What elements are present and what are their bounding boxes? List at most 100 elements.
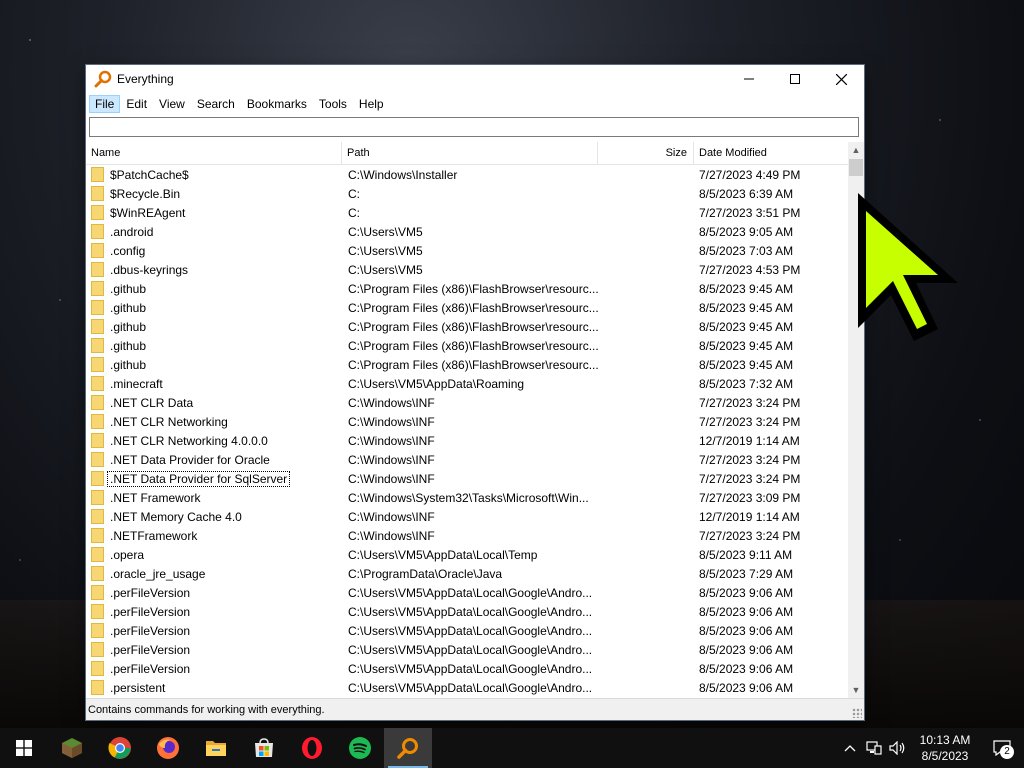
folder-icon	[91, 376, 104, 391]
name-cell: .github	[86, 357, 342, 372]
file-name: .NET Framework	[110, 490, 201, 505]
minimize-button[interactable]	[726, 65, 772, 93]
date-modified-cell: 8/5/2023 9:45 AM	[699, 300, 794, 315]
name-cell: .perFileVersion	[86, 642, 342, 657]
table-row[interactable]: .perFileVersion C:\Users\VM5\AppData\Loca…	[86, 640, 848, 659]
table-row[interactable]: .perFileVersion C:\Users\VM5\AppData\Loca…	[86, 621, 848, 640]
table-row[interactable]: .minecraft C:\Users\VM5\AppData\Roaming 8/…	[86, 374, 848, 393]
menu-view[interactable]: View	[153, 95, 191, 113]
menu-edit[interactable]: Edit	[120, 95, 153, 113]
column-header-path[interactable]: Path	[342, 142, 598, 164]
path-cell: C:\Program Files (x86)\FlashBrowser\reso…	[348, 300, 598, 315]
table-row[interactable]: .android C:\Users\VM5 8/5/2023 9:05 AM	[86, 222, 848, 241]
folder-icon	[91, 642, 104, 657]
table-row[interactable]: .NET Memory Cache 4.0 C:\Windows\INF 12/7/…	[86, 507, 848, 526]
name-cell: .NET CLR Data	[86, 395, 342, 410]
path-cell: C:\Program Files (x86)\FlashBrowser\reso…	[348, 338, 598, 353]
file-name: .github	[110, 319, 147, 334]
table-row[interactable]: $Recycle.Bin C: 8/5/2023 6:39 AM	[86, 184, 848, 203]
table-row[interactable]: .NET Data Provider for SqlServer C:\Windo…	[86, 469, 848, 488]
action-center-button[interactable]: 2	[980, 728, 1024, 768]
date-modified-cell: 8/5/2023 9:06 AM	[699, 680, 794, 695]
close-button[interactable]	[818, 65, 864, 93]
table-row[interactable]: .NET Data Provider for Oracle C:\Windows\…	[86, 450, 848, 469]
column-header-date-modified[interactable]: Date Modified	[694, 142, 846, 164]
path-cell: C:\Windows\INF	[348, 433, 435, 448]
menu-bar: File Edit View Search Bookmarks Tools Help	[86, 93, 864, 115]
window-title: Everything	[117, 72, 174, 86]
table-row[interactable]: .NETFramework C:\Windows\INF 7/27/2023 3:2…	[86, 526, 848, 545]
menu-help[interactable]: Help	[353, 95, 390, 113]
scroll-up-arrow-icon[interactable]: ▲	[848, 142, 864, 158]
cursor-pointer-icon	[858, 193, 958, 341]
start-button[interactable]	[0, 728, 48, 768]
file-name: $Recycle.Bin	[110, 186, 181, 201]
table-row[interactable]: .github C:\Program Files (x86)\FlashBrows…	[86, 355, 848, 374]
table-row[interactable]: .opera C:\Users\VM5\AppData\Local\Temp 8/5…	[86, 545, 848, 564]
taskbar-chrome[interactable]	[96, 728, 144, 768]
table-row[interactable]: .github C:\Program Files (x86)\FlashBrows…	[86, 336, 848, 355]
search-input[interactable]	[89, 117, 859, 137]
table-row[interactable]: $WinREAgent C: 7/27/2023 3:51 PM	[86, 203, 848, 222]
name-cell: .NETFramework	[86, 528, 342, 543]
file-name: .perFileVersion	[110, 642, 191, 657]
table-row[interactable]: .persistent C:\Users\VM5\AppData\Local\Go…	[86, 678, 848, 697]
table-row[interactable]: .github C:\Program Files (x86)\FlashBrows…	[86, 298, 848, 317]
scroll-down-arrow-icon[interactable]: ▼	[848, 682, 864, 698]
name-cell: .github	[86, 338, 342, 353]
column-header-name[interactable]: Name	[86, 142, 342, 164]
folder-icon	[91, 224, 104, 239]
volume-icon[interactable]	[886, 728, 910, 768]
table-row[interactable]: .NET CLR Networking C:\Windows\INF 7/27/20…	[86, 412, 848, 431]
taskbar-microsoft-store[interactable]	[240, 728, 288, 768]
file-name: .config	[110, 243, 146, 258]
show-hidden-icons-chevron-up-icon[interactable]	[838, 728, 862, 768]
path-cell: C:\Windows\INF	[348, 452, 435, 467]
file-name: .perFileVersion	[110, 623, 191, 638]
folder-icon	[91, 167, 104, 182]
column-header-size[interactable]: Size	[598, 142, 694, 164]
table-row[interactable]: .perFileVersion C:\Users\VM5\AppData\Loca…	[86, 602, 848, 621]
taskbar-everything[interactable]	[384, 728, 432, 768]
taskbar-spotify[interactable]	[336, 728, 384, 768]
table-row[interactable]: .oracle_jre_usage C:\ProgramData\Oracle\J…	[86, 564, 848, 583]
menu-bookmarks[interactable]: Bookmarks	[241, 95, 313, 113]
scrollbar-thumb[interactable]	[849, 159, 863, 176]
taskbar-firefox[interactable]	[144, 728, 192, 768]
table-row[interactable]: .perFileVersion C:\Users\VM5\AppData\Loca…	[86, 583, 848, 602]
taskbar-opera[interactable]	[288, 728, 336, 768]
date-modified-cell: 7/27/2023 4:53 PM	[699, 262, 801, 277]
date-modified-cell: 7/27/2023 3:24 PM	[699, 395, 801, 410]
table-row[interactable]: .dbus-keyrings C:\Users\VM5 7/27/2023 4:53…	[86, 260, 848, 279]
table-row[interactable]: .perFileVersion C:\Users\VM5\AppData\Loca…	[86, 659, 848, 678]
opera-icon	[302, 737, 322, 759]
file-name: $PatchCache$	[110, 167, 189, 182]
column-header-row: Name Path Size Date Modified	[86, 142, 864, 165]
table-row[interactable]: $PatchCache$ C:\Windows\Installer 7/27/202…	[86, 165, 848, 184]
maximize-button[interactable]	[772, 65, 818, 93]
menu-file[interactable]: File	[89, 95, 121, 113]
file-name: .github	[110, 338, 147, 353]
folder-icon	[91, 680, 104, 695]
table-row[interactable]: .github C:\Program Files (x86)\FlashBrows…	[86, 279, 848, 298]
table-row[interactable]: .github C:\Program Files (x86)\FlashBrows…	[86, 317, 848, 336]
taskbar-file-explorer[interactable]	[192, 728, 240, 768]
title-bar[interactable]: Everything	[86, 65, 864, 93]
menu-tools[interactable]: Tools	[313, 95, 353, 113]
taskbar-minecraft[interactable]	[48, 728, 96, 768]
date-modified-cell: 8/5/2023 7:29 AM	[699, 566, 794, 581]
table-row[interactable]: .NET CLR Networking 4.0.0.0 C:\Windows\IN…	[86, 431, 848, 450]
table-row[interactable]: .config C:\Users\VM5 8/5/2023 7:03 AM	[86, 241, 848, 260]
spotify-icon	[349, 737, 371, 759]
resize-grip-icon[interactable]	[852, 708, 862, 718]
taskbar-clock[interactable]: 10:13 AM 8/5/2023	[910, 732, 980, 764]
network-icon[interactable]	[862, 728, 886, 768]
minecraft-icon	[62, 738, 82, 758]
folder-icon	[91, 205, 104, 220]
table-row[interactable]: .NET CLR Data C:\Windows\INF 7/27/2023 3:2…	[86, 393, 848, 412]
name-cell: $WinREAgent	[86, 205, 342, 220]
clock-date: 8/5/2023	[921, 749, 969, 763]
table-row[interactable]: .NET Framework C:\Windows\System32\Tasks\…	[86, 488, 848, 507]
menu-search[interactable]: Search	[191, 95, 241, 113]
path-cell: C:\Users\VM5	[348, 262, 423, 277]
